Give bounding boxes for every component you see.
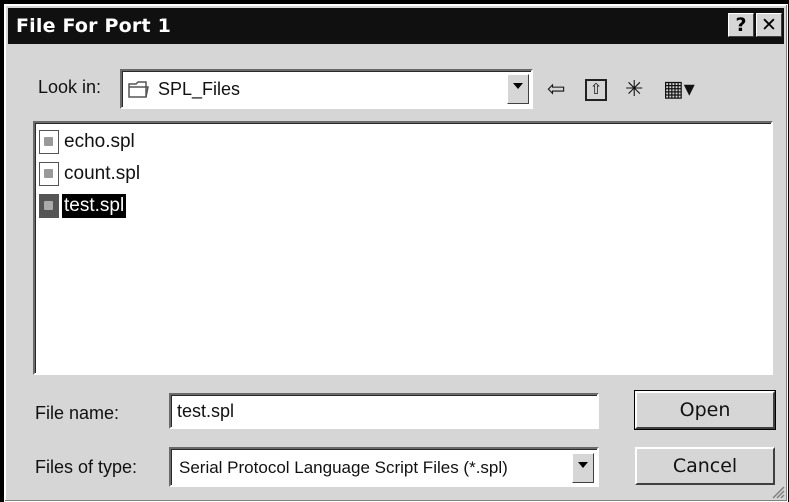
new-folder-icon[interactable]: ✳: [625, 77, 643, 101]
list-item[interactable]: echo.spl: [39, 127, 137, 157]
resize-grip-icon[interactable]: [771, 485, 785, 499]
script-file-icon: [39, 162, 59, 186]
up-folder-icon[interactable]: ⇧: [585, 79, 607, 101]
look-in-label: Look in:: [38, 77, 102, 97]
view-menu-icon[interactable]: ▦▾: [663, 77, 695, 101]
script-file-icon: [39, 130, 59, 154]
files-of-type-dropdown-arrow[interactable]: [572, 453, 594, 483]
look-in-dropdown[interactable]: SPL_Files: [120, 69, 533, 109]
file-name-input[interactable]: [169, 393, 599, 429]
back-icon[interactable]: ⇦: [547, 77, 565, 101]
look-in-value: SPL_Files: [158, 79, 241, 99]
close-button[interactable]: ✕: [756, 13, 782, 37]
file-list[interactable]: echo.spl count.spl test.spl: [33, 121, 773, 375]
title-bar[interactable]: File For Port 1 ? ✕: [8, 8, 784, 44]
help-button[interactable]: ?: [728, 13, 754, 37]
files-of-type-label: Files of type:: [35, 457, 138, 477]
file-dialog: File For Port 1 ? ✕ Look in: SPL_Files ⇦…: [4, 4, 788, 502]
cancel-button[interactable]: Cancel: [635, 447, 775, 485]
file-name-text: count.spl: [64, 163, 141, 184]
file-name-label: File name:: [35, 403, 120, 423]
script-file-icon: [39, 194, 59, 218]
dialog-title: File For Port 1: [16, 15, 172, 37]
open-button[interactable]: Open: [634, 390, 776, 430]
list-item[interactable]: count.spl: [39, 159, 142, 189]
folder-icon: [128, 81, 149, 98]
file-name-text: echo.spl: [64, 131, 135, 152]
files-of-type-dropdown[interactable]: Serial Protocol Language Script Files (*…: [169, 447, 599, 487]
look-in-dropdown-arrow[interactable]: [507, 74, 529, 104]
file-name-text: test.spl: [62, 194, 127, 218]
files-of-type-value: Serial Protocol Language Script Files (*…: [179, 458, 508, 477]
list-item-selected[interactable]: test.spl: [39, 191, 127, 221]
